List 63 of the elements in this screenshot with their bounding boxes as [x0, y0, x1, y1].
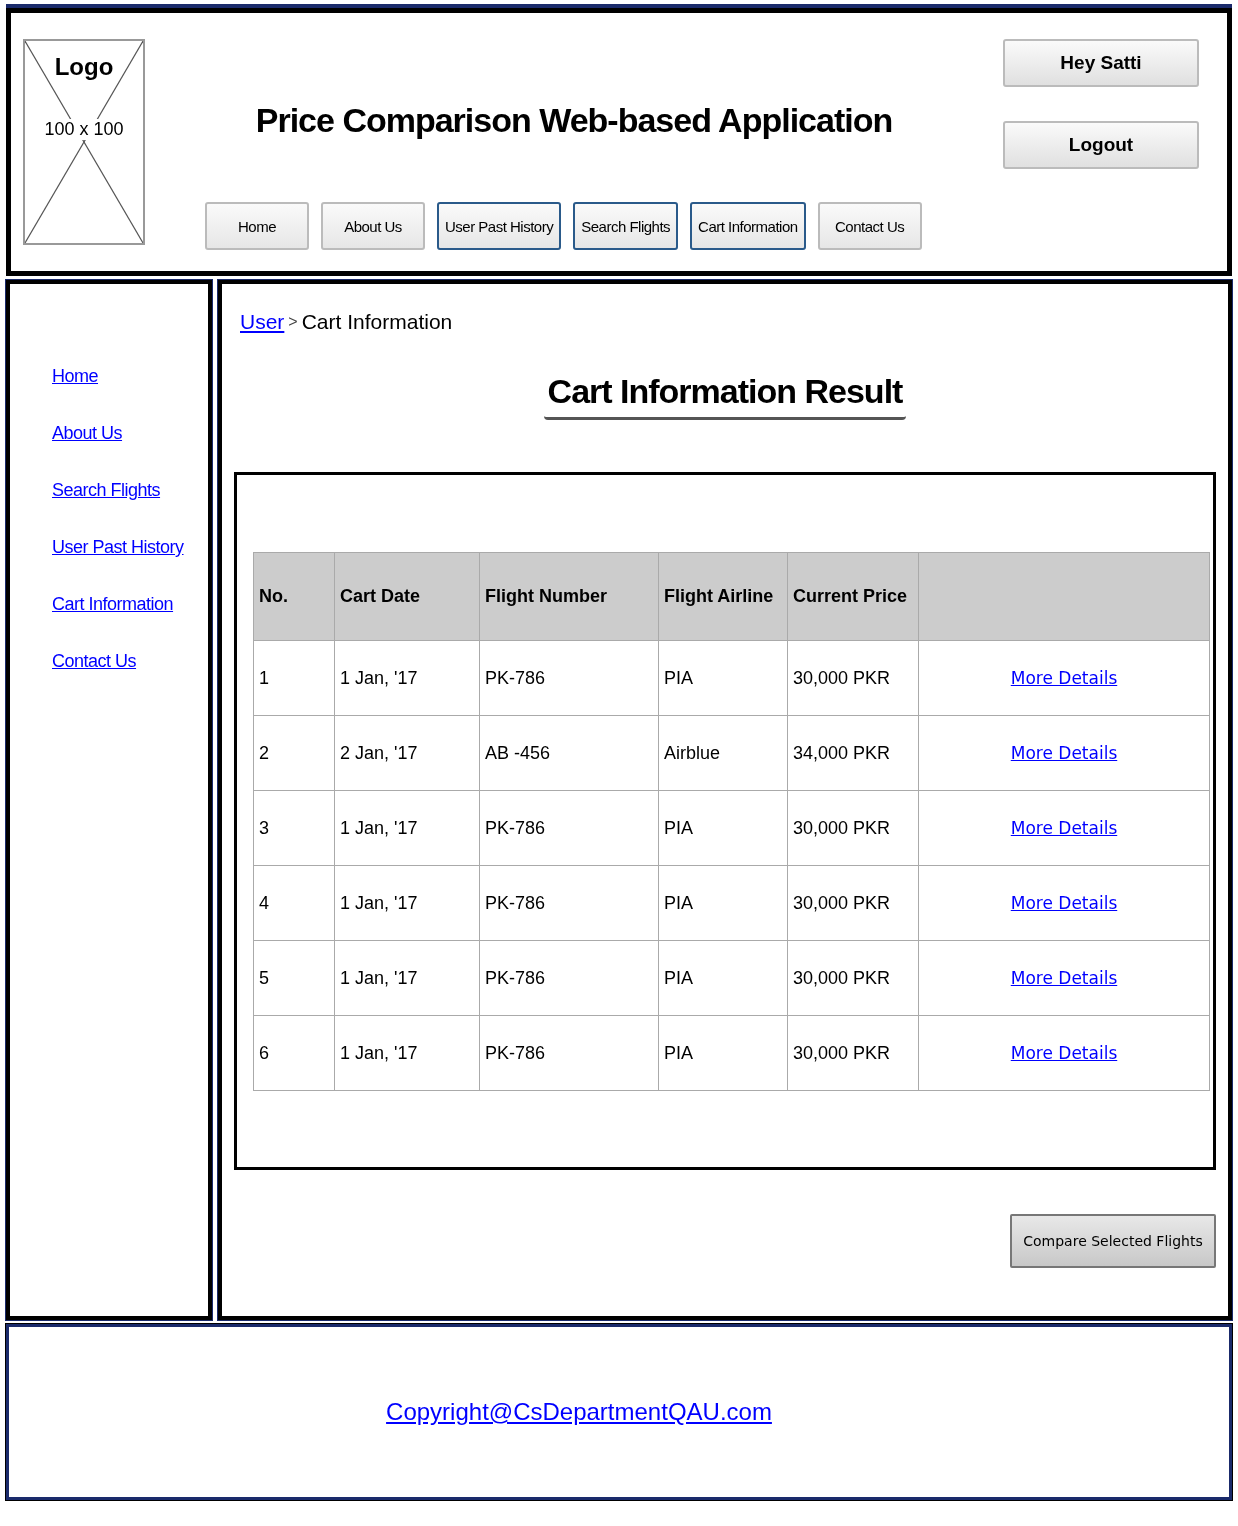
copyright-link[interactable]: Copyright@CsDepartmentQAU.com — [386, 1398, 772, 1426]
nav-button[interactable]: Contact Us — [817, 202, 922, 250]
table-cell: 30,000 PKR — [787, 640, 919, 716]
details-link[interactable]: More Details — [1010, 1042, 1118, 1063]
details-link[interactable]: More Details — [1010, 892, 1118, 913]
column-header: Cart Date — [334, 552, 480, 641]
table-cell: 30,000 PKR — [787, 1015, 919, 1091]
nav-button[interactable]: Home — [205, 202, 309, 250]
table-cell: 1 Jan, '17 — [334, 1015, 480, 1091]
details-link[interactable]: More Details — [1010, 967, 1118, 988]
details-link[interactable]: More Details — [1010, 667, 1118, 688]
table-cell: 30,000 PKR — [787, 940, 919, 1016]
table-cell: PK-786 — [479, 790, 659, 866]
table-cell: PIA — [658, 790, 788, 866]
table-cell: Airblue — [658, 715, 788, 791]
nav-button[interactable]: Cart Information — [690, 202, 806, 250]
details-link[interactable]: More Details — [1010, 817, 1118, 838]
table-cell: PK-786 — [479, 865, 659, 941]
sidebar-link[interactable]: Cart Information — [52, 594, 174, 615]
app-title: Price Comparison Web-based Application — [255, 101, 893, 140]
table-cell: 4 — [253, 865, 335, 941]
table-cell: 1 Jan, '17 — [334, 940, 480, 1016]
nav-button[interactable]: User Past History — [437, 202, 562, 250]
table-cell: PIA — [658, 640, 788, 716]
breadcrumb-current: Cart Information — [301, 310, 453, 334]
sidebar-link[interactable]: Home — [52, 366, 98, 387]
table-cell: 1 Jan, '17 — [334, 640, 480, 716]
table-cell: 1 — [253, 640, 335, 716]
table-cell: 2 Jan, '17 — [334, 715, 480, 791]
column-header: Flight Airline — [658, 552, 788, 641]
compare-button[interactable]: Compare Selected Flights — [1010, 1214, 1216, 1268]
table-cell: PIA — [658, 940, 788, 1016]
column-header: Flight Number — [479, 552, 659, 641]
sidebar-link[interactable]: User Past History — [52, 537, 184, 558]
table-cell: 3 — [253, 790, 335, 866]
sidebar-link[interactable]: Contact Us — [52, 651, 137, 672]
nav-button[interactable]: About Us — [321, 202, 425, 250]
table-cell: 1 Jan, '17 — [334, 790, 480, 866]
nav-button[interactable]: Search Flights — [573, 202, 679, 250]
column-header: Current Price — [787, 552, 919, 641]
table-cell: 6 — [253, 1015, 335, 1091]
table-cell: PK-786 — [479, 940, 659, 1016]
breadcrumb-link[interactable]: User — [240, 310, 285, 334]
column-header: No. — [253, 552, 335, 641]
table-cell: 2 — [253, 715, 335, 791]
sidebar-link[interactable]: Search Flights — [52, 480, 161, 501]
table-cell: PK-786 — [479, 1015, 659, 1091]
breadcrumb-separator: > — [288, 313, 298, 331]
table-cell: PIA — [658, 1015, 788, 1091]
table-cell: 34,000 PKR — [787, 715, 919, 791]
logout-button[interactable]: Logout — [1003, 121, 1199, 169]
page-heading: Cart Information Result — [543, 372, 907, 420]
sidebar-link[interactable]: About Us — [52, 423, 123, 444]
table-cell: 5 — [253, 940, 335, 1016]
table-cell: AB -456 — [479, 715, 659, 791]
table-cell: 30,000 PKR — [787, 790, 919, 866]
table-cell: PIA — [658, 865, 788, 941]
logo-size: 100 x 100 — [44, 119, 124, 140]
details-link[interactable]: More Details — [1010, 742, 1118, 763]
table-cell: 30,000 PKR — [787, 865, 919, 941]
user-button[interactable]: Hey Satti — [1003, 39, 1199, 87]
table-cell: 1 Jan, '17 — [334, 865, 480, 941]
table-cell: PK-786 — [479, 640, 659, 716]
